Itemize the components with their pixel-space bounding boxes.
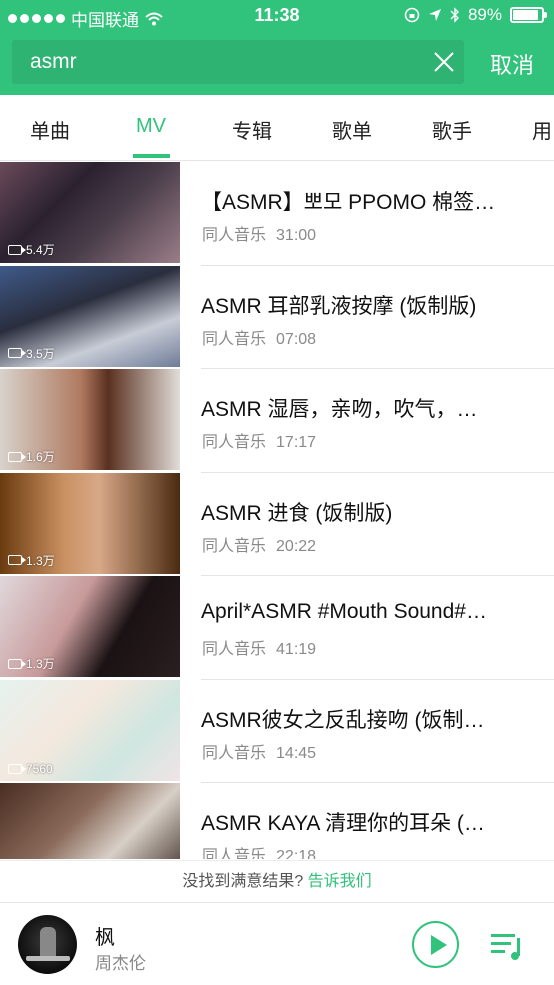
list-item[interactable]: 7560 ASMR彼女之反乱接吻 (饭制… 同人音乐 14:45 [0, 679, 554, 783]
video-duration: 31:00 [276, 227, 317, 244]
hint-text: 没找到满意结果? [182, 873, 304, 890]
video-source: 同人音乐 [202, 537, 267, 555]
album-figure [40, 927, 56, 959]
view-count-label: 3.5万 [26, 346, 55, 361]
view-count-label: 5.4万 [26, 243, 55, 257]
view-count-label: 1.3万 [26, 657, 55, 671]
list-item[interactable]: 1.3万 April*ASMR #Mouth Sound#… 同人音乐 41:19 [0, 576, 554, 680]
video-meta: 同人音乐 17:17 [202, 428, 316, 452]
video-title: 【ASMR】뽀모 PPOMO 棉签… [201, 191, 496, 214]
play-button[interactable] [412, 921, 459, 968]
video-duration: 07:08 [276, 330, 317, 348]
album-text-art [26, 956, 70, 961]
video-title: ASMR 湿唇，亲吻，吹气，… [201, 398, 478, 421]
video-thumbnail[interactable]: 3.5万 [0, 265, 180, 367]
video-icon [8, 658, 26, 669]
view-count: 7560 [8, 762, 53, 776]
tab-bar: 单曲 MV 专辑 歌单 歌手 用 [0, 95, 554, 161]
video-source: 同人音乐 [202, 227, 267, 244]
status-right: 89% [404, 5, 547, 25]
tab-playlists[interactable]: 歌单 [332, 115, 372, 144]
active-tab-indicator [133, 154, 170, 158]
location-icon [428, 9, 441, 21]
video-meta: 同人音乐 31:00 [202, 221, 316, 245]
view-count-label: 1.3万 [26, 553, 55, 568]
video-title: ASMR KAYA 清理你的耳朵 (… [201, 812, 485, 835]
video-duration: 20:22 [276, 537, 317, 555]
video-icon [8, 348, 26, 358]
song-title: 枫 [95, 927, 115, 949]
video-thumbnail[interactable]: 1.3万 [0, 576, 180, 677]
status-bar: 中国联通 11:38 89% [0, 0, 554, 32]
video-title: ASMR 进食 (饭制版) [201, 501, 393, 525]
battery-fill [513, 10, 538, 20]
view-count: 5.4万 [8, 241, 55, 258]
cancel-button[interactable]: 取消 [490, 48, 534, 80]
view-count: 1.3万 [8, 655, 55, 672]
video-thumbnail[interactable]: 1.3万 [0, 472, 180, 574]
feedback-hint: 没找到满意结果? 告诉我们 [0, 860, 554, 902]
video-thumbnail[interactable] [0, 783, 180, 859]
video-icon [8, 244, 26, 255]
clear-icon[interactable] [432, 50, 456, 74]
battery-icon [510, 7, 547, 23]
rotation-lock-icon [404, 7, 420, 23]
video-source: 同人音乐 [202, 848, 267, 859]
tab-singers[interactable]: 歌手 [432, 115, 472, 144]
video-meta: 同人音乐 07:08 [202, 325, 316, 349]
results-list: 5.4万 【ASMR】뽀모 PPOMO 棉签… 同人音乐 31:00 3.5万 A… [0, 162, 554, 859]
view-count: 1.6万 [8, 448, 55, 465]
video-meta: 同人音乐 41:19 [202, 635, 316, 659]
view-count-label: 7560 [26, 761, 53, 776]
video-source: 同人音乐 [202, 434, 267, 451]
album-art[interactable] [18, 915, 77, 974]
video-meta: 同人音乐 14:45 [202, 739, 316, 763]
video-icon [8, 763, 26, 774]
playlist-icon[interactable] [489, 930, 525, 962]
video-meta: 同人音乐 20:22 [202, 532, 316, 556]
view-count: 1.3万 [8, 552, 55, 569]
video-icon [8, 451, 26, 462]
list-item[interactable]: 3.5万 ASMR 耳部乳液按摩 (饭制版) 同人音乐 07:08 [0, 265, 554, 369]
feedback-link[interactable]: 告诉我们 [308, 873, 372, 890]
tab-mv[interactable]: MV [136, 115, 166, 138]
video-source: 同人音乐 [202, 744, 267, 762]
view-count-label: 1.6万 [26, 450, 55, 464]
video-duration: 22:18 [276, 848, 317, 859]
list-item[interactable]: 1.6万 ASMR 湿唇，亲吻，吹气，… 同人音乐 17:17 [0, 369, 554, 473]
video-duration: 14:45 [276, 744, 317, 762]
video-duration: 17:17 [276, 434, 317, 451]
video-source: 同人音乐 [202, 641, 267, 658]
tab-users[interactable]: 用 [532, 115, 552, 144]
tab-songs[interactable]: 单曲 [30, 115, 70, 144]
search-box[interactable] [12, 40, 464, 84]
video-meta: 同人音乐 22:18 [202, 842, 316, 859]
bluetooth-icon [450, 7, 459, 23]
tab-albums[interactable]: 专辑 [232, 115, 272, 144]
song-artist: 周杰伦 [95, 954, 146, 973]
video-duration: 41:19 [276, 641, 317, 658]
search-input[interactable] [30, 47, 420, 77]
header: 中国联通 11:38 89% asmr 取消 [0, 0, 554, 95]
list-item[interactable]: 1.3万 ASMR 进食 (饭制版) 同人音乐 20:22 [0, 472, 554, 576]
video-thumbnail[interactable]: 1.6万 [0, 369, 180, 470]
video-title: April*ASMR #Mouth Sound#… [201, 600, 487, 623]
view-count: 3.5万 [8, 345, 55, 362]
mini-player[interactable]: 枫 周杰伦 [0, 902, 554, 985]
list-item[interactable]: ASMR KAYA 清理你的耳朵 (… 同人音乐 22:18 [0, 783, 554, 859]
video-title: ASMR 耳部乳液按摩 (饭制版) [201, 294, 477, 318]
video-thumbnail[interactable]: 7560 [0, 679, 180, 781]
video-icon [8, 555, 26, 565]
battery-percent: 89% [467, 5, 502, 24]
video-title: ASMR彼女之反乱接吻 (饭制… [201, 708, 485, 732]
list-item[interactable]: 5.4万 【ASMR】뽀모 PPOMO 棉签… 同人音乐 31:00 [0, 162, 554, 266]
video-thumbnail[interactable]: 5.4万 [0, 162, 180, 263]
video-source: 同人音乐 [202, 330, 267, 348]
